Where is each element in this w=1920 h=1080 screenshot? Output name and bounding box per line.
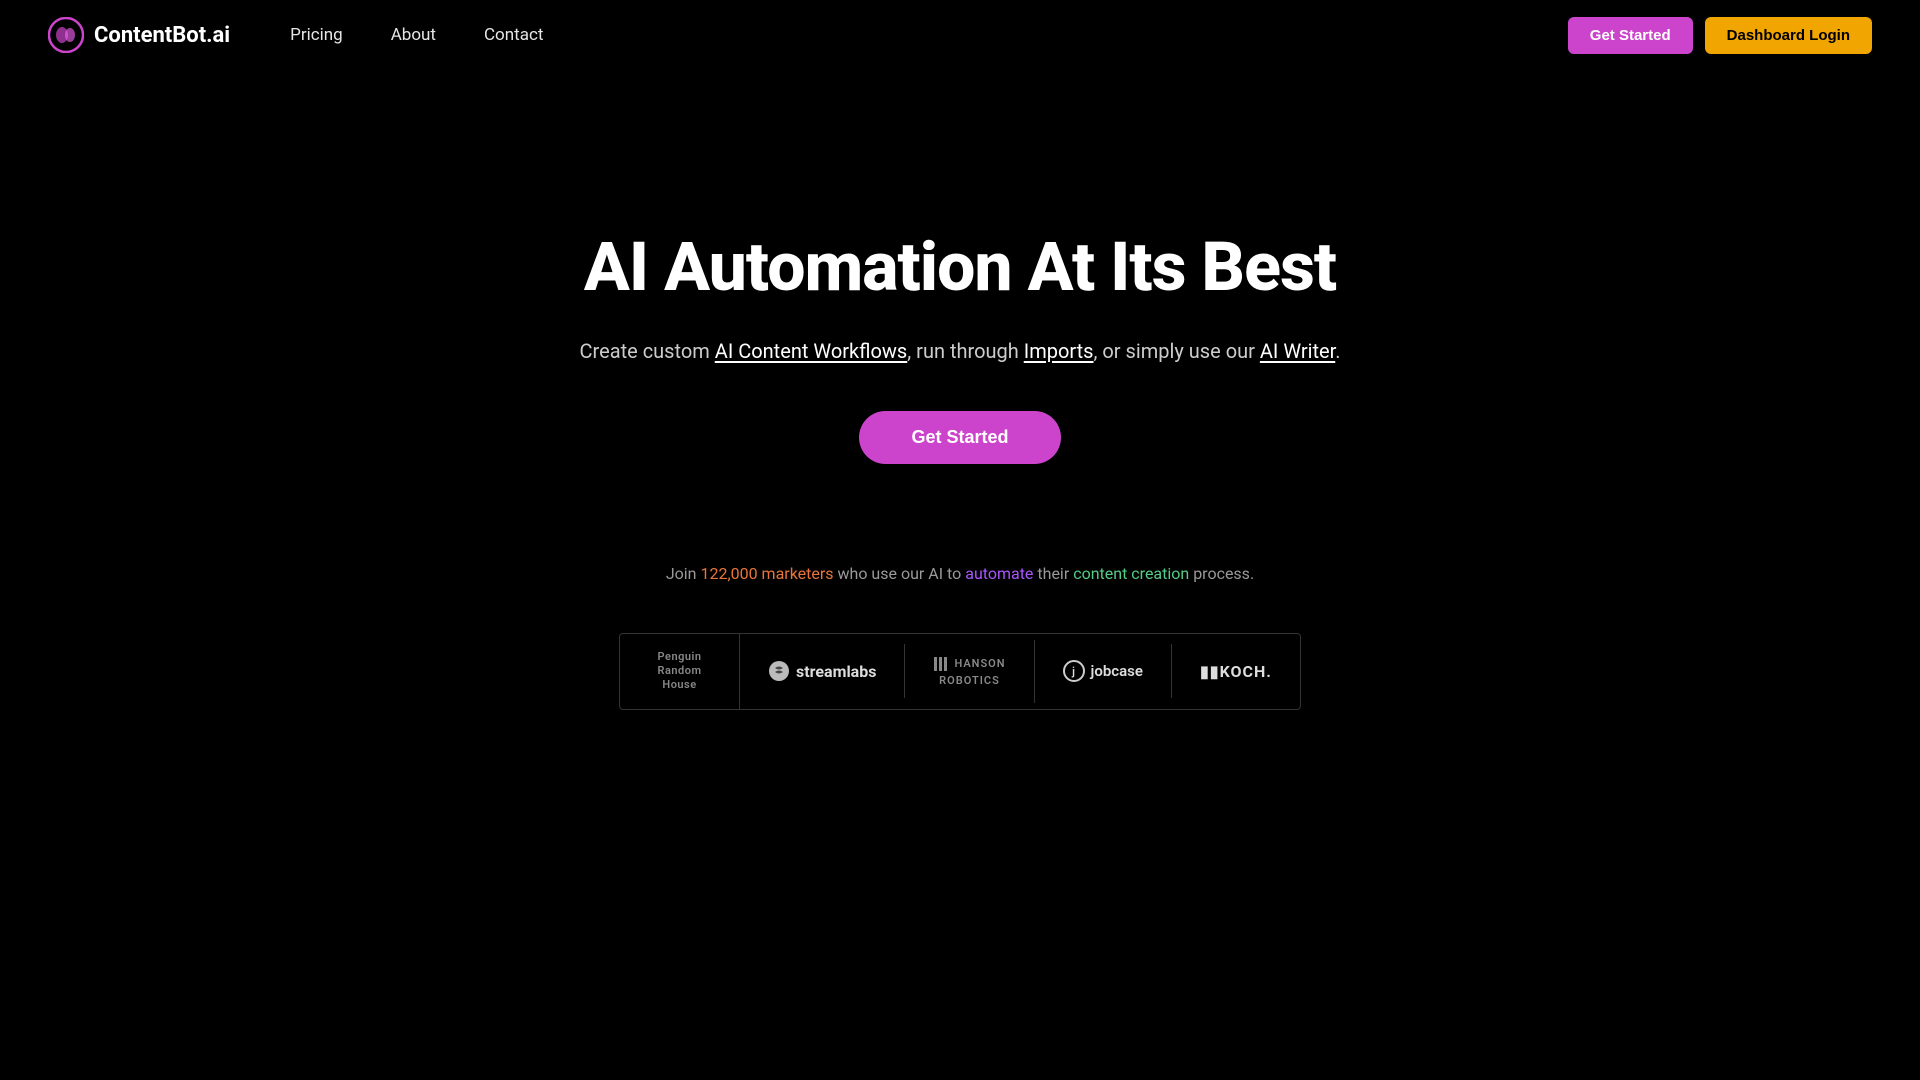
nav-right: Get Started Dashboard Login — [1568, 17, 1872, 54]
koch-text: ▮▮KOCH. — [1200, 662, 1272, 681]
jobcase-text: jobcase — [1091, 662, 1143, 680]
sp-before: Join — [666, 564, 701, 583]
social-proof-text: Join 122,000 marketers who use our AI to… — [666, 564, 1254, 583]
hero-subtitle: Create custom AI Content Workflows, run … — [579, 335, 1340, 367]
hanson-icon — [933, 656, 949, 672]
logo-icon — [48, 17, 84, 53]
logo-penguin: Penguin Random House — [620, 634, 740, 709]
sp-marketers: 122,000 marketers — [700, 564, 833, 583]
hero-subtitle-before: Create custom — [579, 339, 714, 363]
logo-text: ContentBot.ai — [94, 23, 230, 48]
logo-koch: ▮▮KOCH. — [1172, 646, 1300, 697]
sp-mid2: their — [1033, 564, 1073, 583]
logo-hanson: HANSON ROBOTICS — [905, 640, 1034, 703]
get-started-hero-button[interactable]: Get Started — [859, 411, 1060, 464]
streamlabs-text: streamlabs — [796, 662, 876, 681]
nav-pricing[interactable]: Pricing — [290, 25, 343, 45]
dashboard-login-button[interactable]: Dashboard Login — [1705, 17, 1872, 54]
hero-link-workflows[interactable]: AI Content Workflows — [715, 339, 908, 363]
nav-contact[interactable]: Contact — [484, 25, 543, 45]
get-started-nav-button[interactable]: Get Started — [1568, 17, 1693, 54]
logo-jobcase: j jobcase — [1035, 644, 1172, 698]
nav-links: Pricing About Contact — [290, 25, 543, 45]
hero-subtitle-mid1: , run through — [907, 339, 1023, 363]
hero-title: AI Automation At Its Best — [584, 230, 1336, 305]
hero-subtitle-after: . — [1335, 339, 1340, 363]
sp-mid1: who use our AI to — [834, 564, 966, 583]
sp-automate: automate — [965, 564, 1033, 583]
hero-link-imports[interactable]: Imports — [1024, 339, 1094, 363]
navbar: ContentBot.ai Pricing About Contact Get … — [0, 0, 1920, 70]
hero-subtitle-mid2: , or simply use our — [1094, 339, 1260, 363]
sp-content-creation: content creation — [1073, 564, 1189, 583]
streamlabs-icon — [768, 660, 790, 682]
logo-streamlabs: streamlabs — [740, 644, 905, 698]
hero-link-writer[interactable]: AI Writer — [1260, 339, 1335, 363]
social-proof: Join 122,000 marketers who use our AI to… — [619, 564, 1301, 710]
jobcase-circle-icon: j — [1063, 660, 1085, 682]
nav-about[interactable]: About — [391, 25, 436, 45]
sp-after: process. — [1189, 564, 1254, 583]
hero-section: AI Automation At Its Best Create custom … — [0, 70, 1920, 770]
logos-row: Penguin Random House streamlabs — [619, 633, 1301, 710]
logo-link[interactable]: ContentBot.ai — [48, 17, 230, 53]
